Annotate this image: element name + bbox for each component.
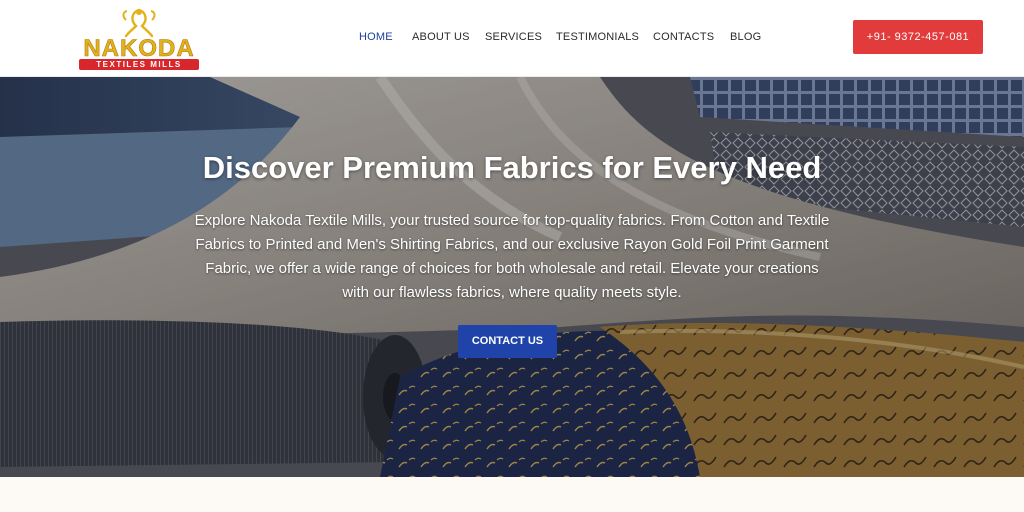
brand-logo[interactable]: NAKODA TEXTILES MILLS <box>66 6 212 70</box>
contact-us-button[interactable]: CONTACT US <box>458 325 557 358</box>
nav-item-about-us[interactable]: ABOUT US <box>412 31 470 43</box>
hero-title: Discover Premium Fabrics for Every Need <box>202 150 822 185</box>
next-section-strip <box>0 477 1024 512</box>
hero-section: Discover Premium Fabrics for Every Need … <box>0 77 1024 477</box>
phone-call-button[interactable]: +91- 9372-457-081 <box>853 20 983 54</box>
nav-item-services[interactable]: SERVICES <box>485 31 542 43</box>
nav-item-home[interactable]: HOME <box>359 31 393 43</box>
brand-subtitle: TEXTILES MILLS <box>79 59 199 70</box>
nav-item-blog[interactable]: BLOG <box>730 31 761 43</box>
nav-item-testimonials[interactable]: TESTIMONIALS <box>556 31 639 43</box>
nav-item-contacts[interactable]: CONTACTS <box>653 31 714 43</box>
hero-description: Explore Nakoda Textile Mills, your trust… <box>194 212 830 301</box>
site-header: NAKODA TEXTILES MILLS HOME ABOUT US SERV… <box>0 0 1024 77</box>
